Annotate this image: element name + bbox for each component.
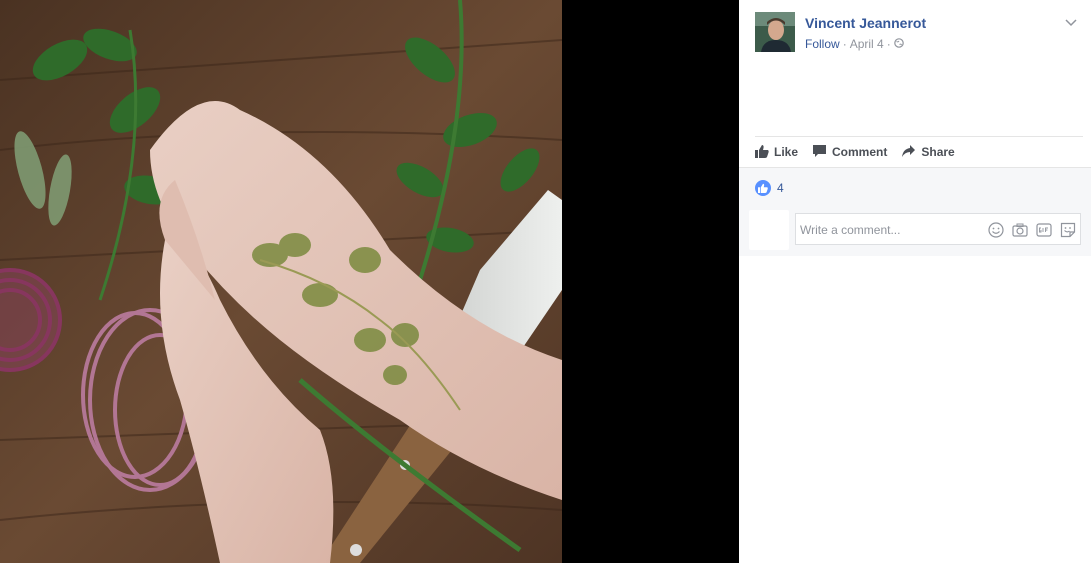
like-reaction-icon (755, 180, 771, 196)
commenter-avatar (749, 210, 789, 250)
speech-bubble-icon (812, 144, 827, 161)
follow-link[interactable]: Follow (805, 37, 840, 51)
comment-tools (988, 222, 1076, 243)
thumbs-up-icon (755, 144, 769, 161)
author-name[interactable]: Vincent Jeannerot (805, 15, 926, 31)
comment-placeholder: Write a comment... (800, 223, 901, 237)
camera-icon[interactable] (1012, 222, 1028, 243)
share-label: Share (921, 145, 955, 159)
comments-section: 4 Write a comment... (739, 167, 1091, 256)
comment-label: Comment (832, 145, 888, 159)
meta-separator: · (886, 37, 891, 51)
post-photo[interactable] (0, 0, 562, 563)
share-button[interactable]: Share (901, 144, 955, 161)
share-arrow-icon (901, 144, 916, 161)
divider (755, 136, 1083, 137)
photo-viewer (0, 0, 739, 563)
comment-button[interactable]: Comment (812, 144, 887, 161)
post-meta: Follow · April 4 · (805, 37, 904, 51)
like-button[interactable]: Like (755, 144, 798, 161)
smiley-icon[interactable] (988, 222, 1004, 243)
sticker-icon[interactable] (1060, 222, 1076, 243)
post-actions: Like Comment Share (755, 143, 955, 161)
comment-input[interactable]: Write a comment... (795, 213, 1081, 245)
chevron-down-icon[interactable] (1065, 14, 1077, 32)
post-side-panel: Vincent Jeannerot Follow · April 4 · Lik… (739, 0, 1091, 563)
meta-separator: · (842, 37, 847, 51)
post-date[interactable]: April 4 (850, 37, 884, 51)
reaction-count: 4 (777, 181, 784, 195)
globe-icon[interactable] (893, 37, 904, 51)
reaction-summary[interactable]: 4 (755, 180, 784, 196)
like-label: Like (774, 145, 799, 159)
gif-icon[interactable] (1036, 222, 1052, 243)
author-avatar[interactable] (755, 12, 795, 52)
